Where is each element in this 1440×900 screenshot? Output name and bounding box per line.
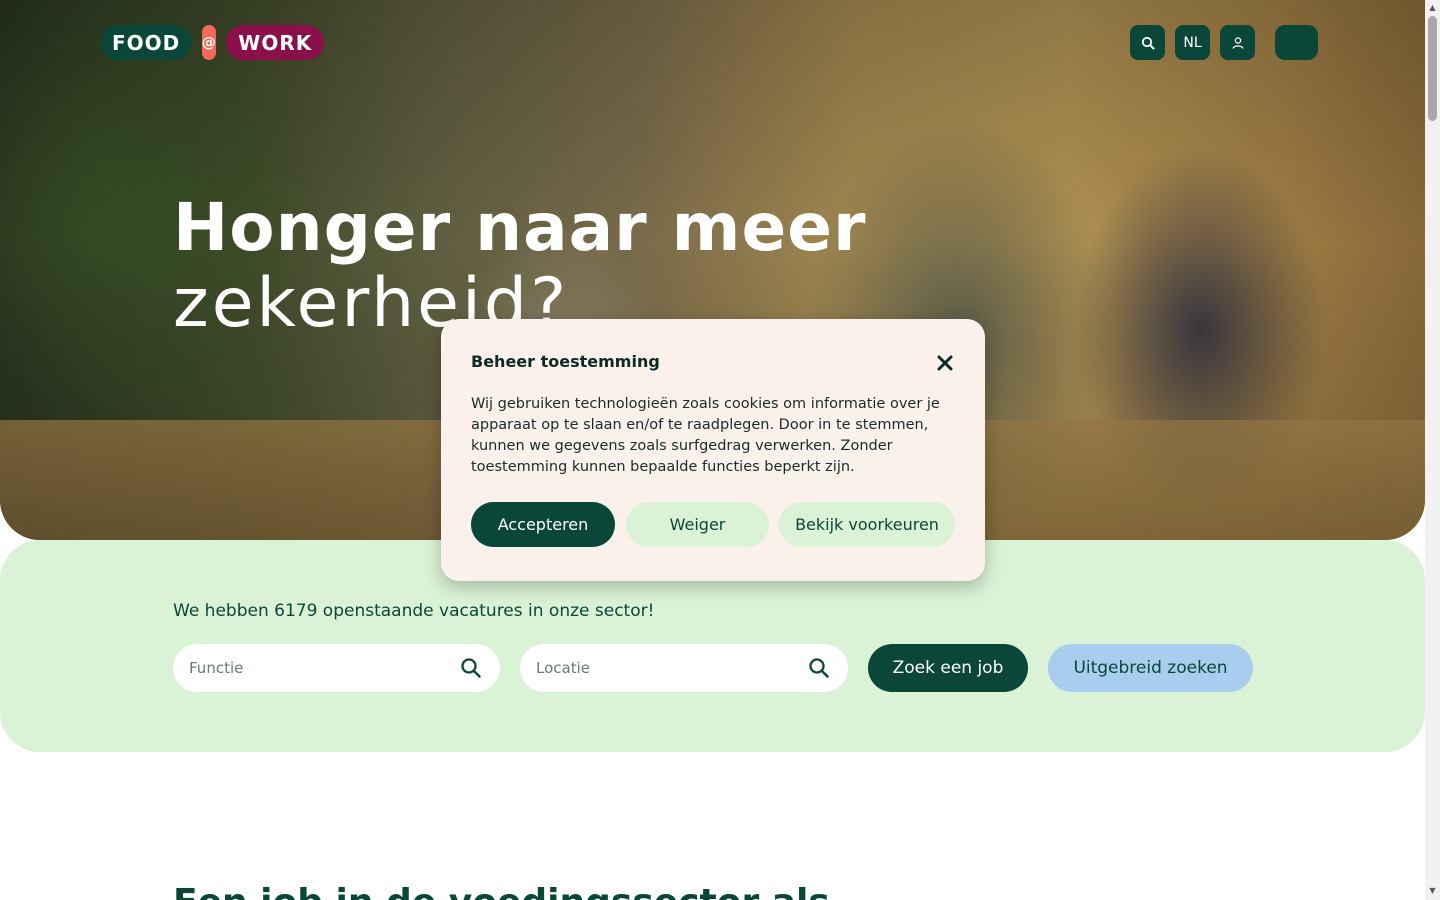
user-icon: [1232, 36, 1243, 49]
close-icon[interactable]: [935, 353, 955, 373]
section-title: Een job in de voedingssector als: [173, 882, 830, 900]
location-placeholder: Locatie: [536, 659, 590, 677]
site-logo[interactable]: FOOD @ WORK: [100, 25, 325, 60]
language-button[interactable]: NL: [1175, 25, 1210, 60]
accept-button[interactable]: Accepteren: [471, 502, 615, 547]
page: Honger naar meer zekerheid? FOOD @ WORK …: [0, 0, 1440, 900]
search-job-button[interactable]: Zoek een job: [868, 644, 1028, 692]
search-icon: [1141, 36, 1154, 49]
view-preferences-button[interactable]: Bekijk voorkeuren: [779, 502, 955, 547]
location-input[interactable]: Locatie: [520, 644, 848, 692]
modal-body-text: Wij gebruiken technologieën zoals cookie…: [471, 396, 940, 475]
advanced-search-button[interactable]: Uitgebreid zoeken: [1048, 644, 1253, 692]
scroll-up-arrow-icon[interactable]: ▲: [1428, 3, 1437, 13]
menu-button[interactable]: [1275, 25, 1318, 60]
function-placeholder: Functie: [189, 659, 244, 677]
deny-button[interactable]: Weiger: [626, 502, 769, 547]
function-input[interactable]: Functie: [173, 644, 500, 692]
logo-food: FOOD: [100, 25, 193, 60]
logo-work: WORK: [226, 25, 325, 60]
hero-title-line1: Honger naar meer: [173, 189, 867, 266]
page-scrollbar[interactable]: ▲ ▼: [1425, 0, 1440, 900]
scroll-down-arrow-icon[interactable]: ▼: [1428, 886, 1437, 896]
account-button[interactable]: [1220, 25, 1255, 60]
scrollbar-thumb[interactable]: [1428, 16, 1437, 121]
header-search-button[interactable]: [1130, 25, 1165, 60]
modal-title: Beheer toestemming: [471, 352, 660, 371]
search-icon: [461, 658, 481, 678]
logo-at: @: [202, 25, 217, 60]
search-icon: [809, 658, 829, 678]
header-actions: NL: [1130, 25, 1255, 60]
cookie-consent-modal: Beheer toestemming Wij gebruiken technol…: [441, 319, 985, 581]
vacancy-count-text: We hebben 6179 openstaande vacatures in …: [173, 601, 655, 621]
